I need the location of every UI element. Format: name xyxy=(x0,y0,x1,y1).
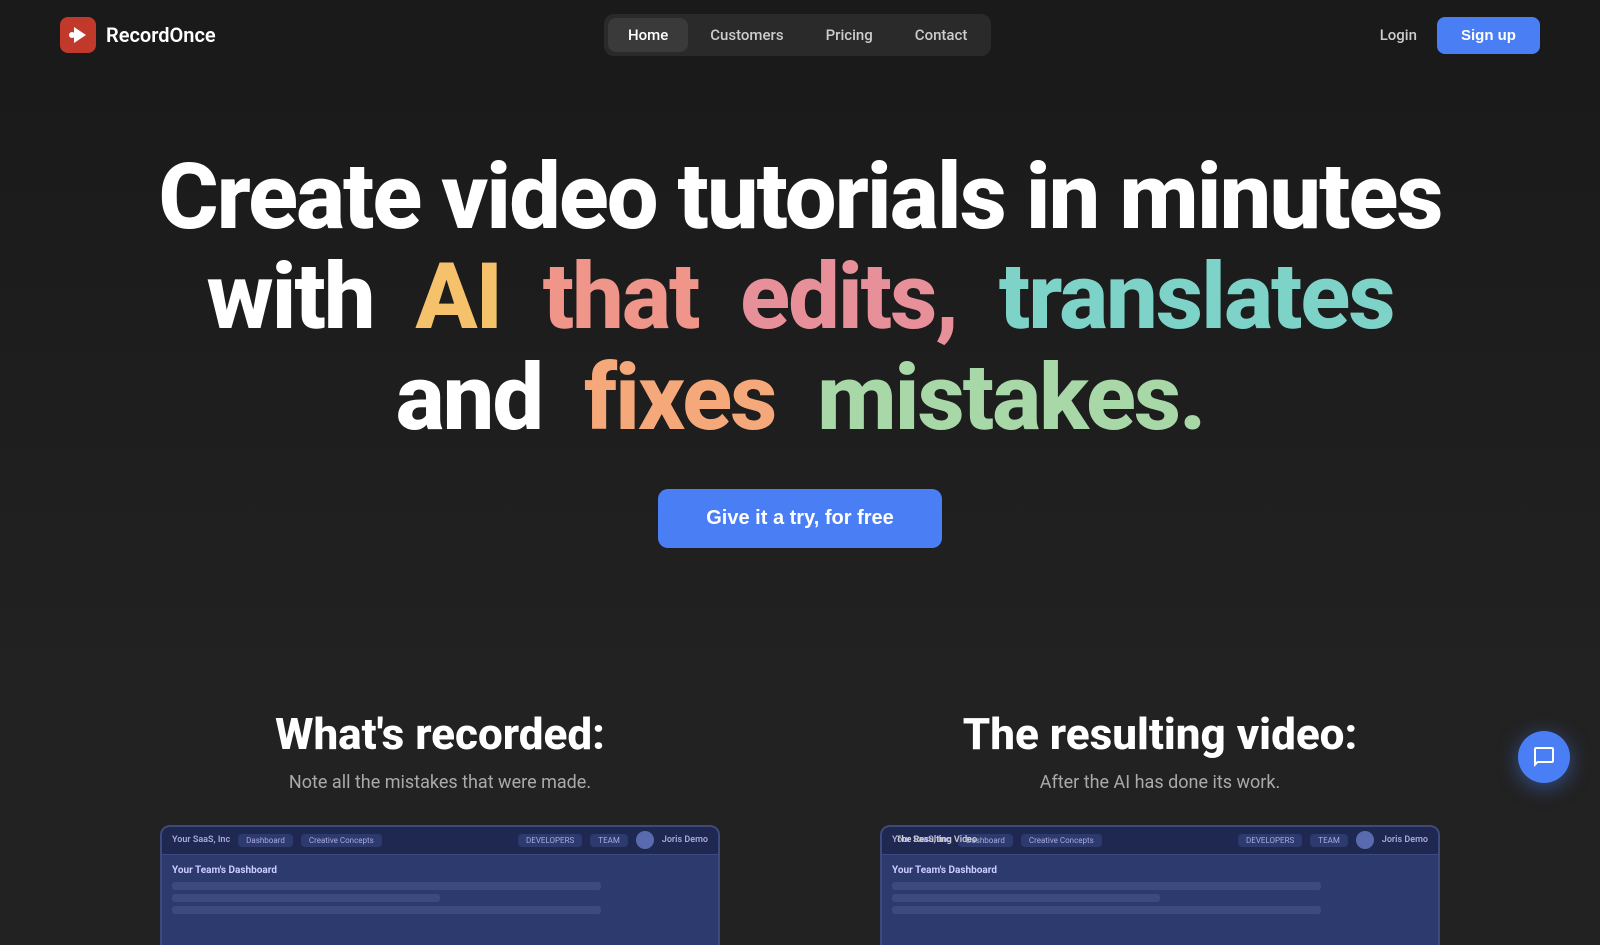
hero-section: Create video tutorials in minutes with A… xyxy=(0,70,1600,648)
bottom-col-right: The resulting video: After the AI has do… xyxy=(800,708,1520,945)
chat-bubble[interactable] xyxy=(1518,731,1570,783)
navbar-right: Login Sign up xyxy=(1380,17,1540,54)
preview-team-dashboard: Your Team's Dashboard xyxy=(172,865,708,876)
bottom-col-left: What's recorded: Note all the mistakes t… xyxy=(80,708,800,945)
preview-team-tab: TEAM xyxy=(590,834,628,847)
preview-row-2 xyxy=(172,894,440,902)
resulting-video-label: The Resulting Video xyxy=(896,835,977,845)
preview-card-left: Your SaaS, Inc Dashboard Creative Concep… xyxy=(160,825,720,945)
word-and: and xyxy=(396,345,543,452)
hero-cta-button[interactable]: Give it a try, for free xyxy=(658,489,941,548)
nav-links: Home Customers Pricing Contact xyxy=(604,14,991,56)
preview-content-left: Your Team's Dashboard xyxy=(162,855,718,928)
hero-title-line1: Create video tutorials in minutes xyxy=(158,150,1441,247)
bottom-left-heading: What's recorded: xyxy=(275,708,605,760)
preview-avatar xyxy=(636,831,654,849)
bottom-left-sub: Note all the mistakes that were made. xyxy=(289,772,591,793)
preview-row-r3 xyxy=(892,906,1321,914)
nav-home[interactable]: Home xyxy=(608,18,688,52)
preview-row-r2 xyxy=(892,894,1160,902)
preview-developers-tab: DEVELOPERS xyxy=(518,834,582,847)
word-ai: AI xyxy=(415,244,501,351)
word-that: that xyxy=(543,244,699,351)
nav-customers[interactable]: Customers xyxy=(690,18,803,52)
preview-saas-label: Your SaaS, Inc xyxy=(172,835,230,845)
chat-icon xyxy=(1532,745,1556,769)
navbar: RecordOnce Home Customers Pricing Contac… xyxy=(0,0,1600,70)
word-mistakes: mistakes. xyxy=(817,345,1204,452)
preview-row-1 xyxy=(172,882,601,890)
word-with: with xyxy=(206,244,373,351)
signup-button[interactable]: Sign up xyxy=(1437,17,1540,54)
bottom-right-heading: The resulting video: xyxy=(963,708,1358,760)
preview-dashboard-tab: Dashboard xyxy=(238,834,293,847)
preview-creative-tab-r: Creative Concepts xyxy=(1021,834,1102,847)
preview-topbar-left: Your SaaS, Inc Dashboard Creative Concep… xyxy=(162,827,718,855)
nav-contact[interactable]: Contact xyxy=(895,18,988,52)
word-translates: translates xyxy=(999,244,1394,351)
logo-icon xyxy=(60,17,96,53)
login-link[interactable]: Login xyxy=(1380,26,1417,44)
preview-team-dashboard-r: Your Team's Dashboard xyxy=(892,865,1428,876)
preview-joris-label: Joris Demo xyxy=(662,835,708,845)
preview-creative-tab: Creative Concepts xyxy=(301,834,382,847)
preview-joris-label-r: Joris Demo xyxy=(1382,835,1428,845)
preview-team-tab-r: TEAM xyxy=(1310,834,1348,847)
word-edits: edits, xyxy=(740,244,957,351)
preview-content-right: Your Team's Dashboard xyxy=(882,855,1438,928)
hero-title-line2: with AI that edits, translates xyxy=(206,247,1393,348)
preview-avatar-r xyxy=(1356,831,1374,849)
preview-row-r1 xyxy=(892,882,1321,890)
bottom-right-sub: After the AI has done its work. xyxy=(1040,772,1281,793)
bottom-section: What's recorded: Note all the mistakes t… xyxy=(0,648,1600,945)
hero-title-line3: and fixes mistakes. xyxy=(396,348,1205,449)
preview-developers-tab-r: DEVELOPERS xyxy=(1238,834,1302,847)
brand-name: RecordOnce xyxy=(106,23,216,47)
preview-card-right: The Resulting Video Your SaaS, Inc Dashb… xyxy=(880,825,1440,945)
word-fixes: fixes xyxy=(584,345,775,452)
preview-row-3 xyxy=(172,906,601,914)
nav-pricing[interactable]: Pricing xyxy=(806,18,893,52)
logo[interactable]: RecordOnce xyxy=(60,17,216,53)
